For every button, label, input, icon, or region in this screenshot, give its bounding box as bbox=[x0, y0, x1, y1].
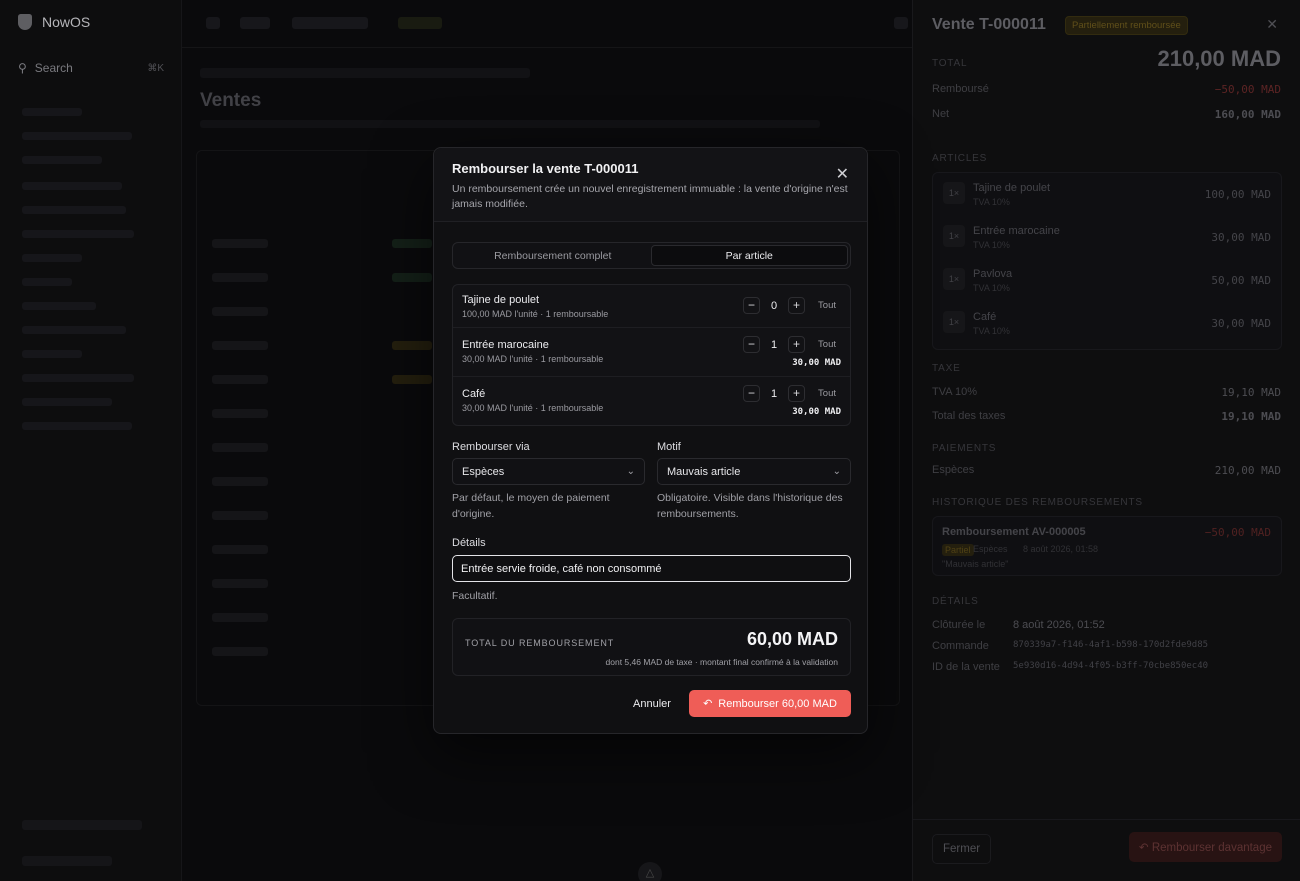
refund-dialog: Rembourser la vente T-000011 Un rembours… bbox=[433, 147, 868, 734]
decrement-button[interactable]: − bbox=[743, 385, 760, 402]
details-input[interactable] bbox=[452, 555, 851, 582]
refund-mode-tabs: Remboursement complet Par article bbox=[452, 242, 851, 269]
tab-by-item[interactable]: Par article bbox=[650, 245, 848, 266]
item-name: Entrée marocaine bbox=[462, 339, 549, 351]
item-name: Tajine de poulet bbox=[462, 294, 540, 306]
quantity-value: 1 bbox=[770, 387, 778, 400]
undo-icon: ↶ bbox=[703, 698, 713, 710]
reason-label: Motif bbox=[657, 441, 681, 453]
tab-full-refund[interactable]: Remboursement complet bbox=[455, 245, 651, 266]
item-name: Café bbox=[462, 388, 486, 400]
item-sub: 100,00 MAD l'unité · 1 remboursable bbox=[462, 309, 609, 319]
confirm-refund-button[interactable]: ↶ Rembourser 60,00 MAD bbox=[689, 690, 851, 717]
quantity-value: 1 bbox=[770, 338, 778, 351]
dialog-description: Un remboursement crée un nouvel enregist… bbox=[452, 183, 848, 210]
item-sub: 30,00 MAD l'unité · 1 remboursable bbox=[462, 354, 604, 364]
refund-via-help: Par défaut, le moyen de paiement d'origi… bbox=[452, 492, 610, 520]
cancel-button[interactable]: Annuler bbox=[627, 691, 677, 717]
select-all-button[interactable]: Tout bbox=[818, 300, 836, 311]
decrement-button[interactable]: − bbox=[743, 297, 760, 314]
refund-method-select[interactable]: Espèces ⌄ bbox=[452, 458, 645, 485]
select-all-button[interactable]: Tout bbox=[818, 388, 836, 399]
chevron-down-icon: ⌄ bbox=[626, 466, 635, 477]
item-refund-amount: 30,00 MAD bbox=[792, 407, 841, 417]
increment-button[interactable]: + bbox=[788, 385, 805, 402]
decrement-button[interactable]: − bbox=[743, 336, 760, 353]
reason-select[interactable]: Mauvais article ⌄ bbox=[657, 458, 851, 485]
close-icon[interactable]: ✕ bbox=[836, 164, 849, 184]
refund-method-value: Espèces bbox=[462, 465, 505, 478]
item-sub: 30,00 MAD l'unité · 1 remboursable bbox=[462, 403, 604, 413]
select-all-button[interactable]: Tout bbox=[818, 339, 836, 350]
quantity-stepper: − 0 + bbox=[743, 297, 805, 314]
reason-help: Obligatoire. Visible dans l'historique d… bbox=[657, 492, 843, 520]
item-refund-amount: 30,00 MAD bbox=[792, 358, 841, 368]
increment-button[interactable]: + bbox=[788, 297, 805, 314]
confirm-refund-label: Rembourser 60,00 MAD bbox=[718, 697, 837, 710]
dialog-title: Rembourser la vente T-000011 bbox=[452, 161, 639, 176]
increment-button[interactable]: + bbox=[788, 336, 805, 353]
quantity-stepper: − 1 + bbox=[743, 336, 805, 353]
quantity-stepper: − 1 + bbox=[743, 385, 805, 402]
refund-total-box: TOTAL DU REMBOURSEMENT 60,00 MAD dont 5,… bbox=[452, 618, 851, 676]
details-help: Facultatif. bbox=[452, 590, 498, 602]
chevron-down-icon: ⌄ bbox=[832, 466, 841, 477]
refund-total-value: 60,00 MAD bbox=[746, 629, 838, 649]
quantity-value: 0 bbox=[770, 299, 778, 312]
refund-total-sub: dont 5,46 MAD de taxe · montant final co… bbox=[605, 657, 838, 667]
dialog-header: Rembourser la vente T-000011 Un rembours… bbox=[434, 148, 867, 222]
refund-via-label: Rembourser via bbox=[452, 441, 530, 453]
refund-total-label: TOTAL DU REMBOURSEMENT bbox=[465, 638, 615, 648]
reason-value: Mauvais article bbox=[667, 465, 741, 478]
details-label: Détails bbox=[452, 537, 486, 549]
list-item: Café 30,00 MAD l'unité · 1 remboursable … bbox=[453, 377, 850, 426]
list-item: Tajine de poulet 100,00 MAD l'unité · 1 … bbox=[453, 285, 850, 328]
list-item: Entrée marocaine 30,00 MAD l'unité · 1 r… bbox=[453, 328, 850, 377]
refund-items-list: Tajine de poulet 100,00 MAD l'unité · 1 … bbox=[452, 284, 851, 426]
